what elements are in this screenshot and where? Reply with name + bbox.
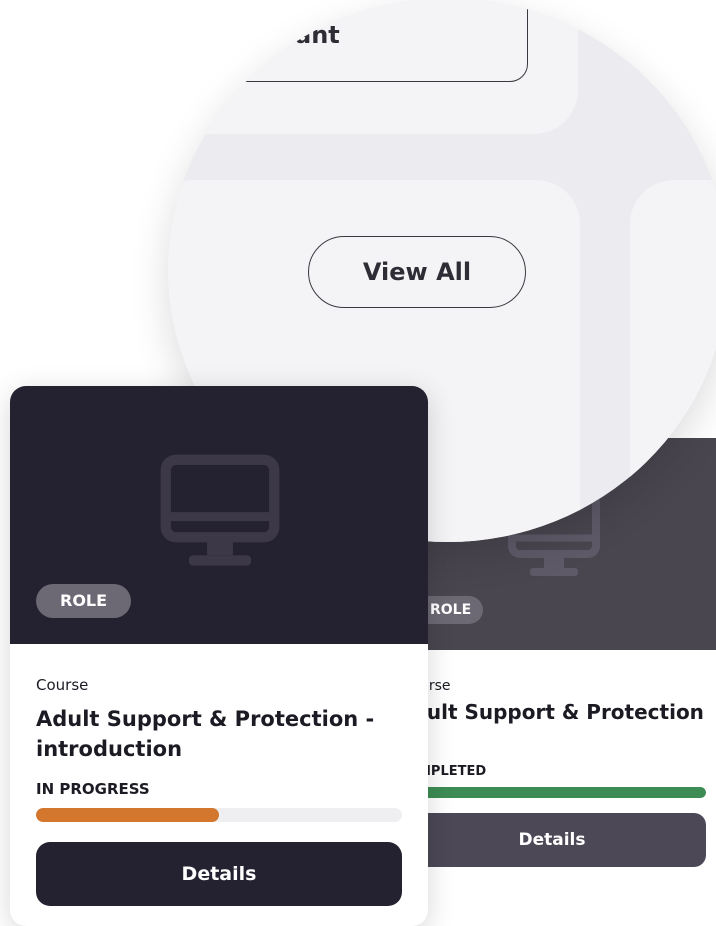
right-panel xyxy=(630,180,716,542)
partial-button-label: ant xyxy=(295,21,340,49)
card-title: Adult Support & Protection - introductio… xyxy=(36,707,375,761)
status-label: IN PROGRESS xyxy=(36,780,150,798)
card-kind: Course xyxy=(36,676,89,694)
view-all-button[interactable]: View All xyxy=(308,236,526,308)
details-button[interactable]: Details xyxy=(36,842,402,906)
course-card-in-progress: ROLE Course Adult Support & Protection -… xyxy=(10,386,428,926)
progress-bar xyxy=(36,808,402,822)
status-label: MPLETED xyxy=(418,764,487,779)
partial-outline-button[interactable]: ant xyxy=(208,0,528,82)
progress-fill xyxy=(36,808,219,822)
progress-fill xyxy=(418,787,706,798)
progress-bar xyxy=(418,787,706,798)
details-button[interactable]: Details xyxy=(418,813,706,867)
card-title: lult Support & Protection xyxy=(420,700,704,724)
role-badge: ROLE xyxy=(36,584,132,618)
monitor-icon xyxy=(160,454,280,566)
